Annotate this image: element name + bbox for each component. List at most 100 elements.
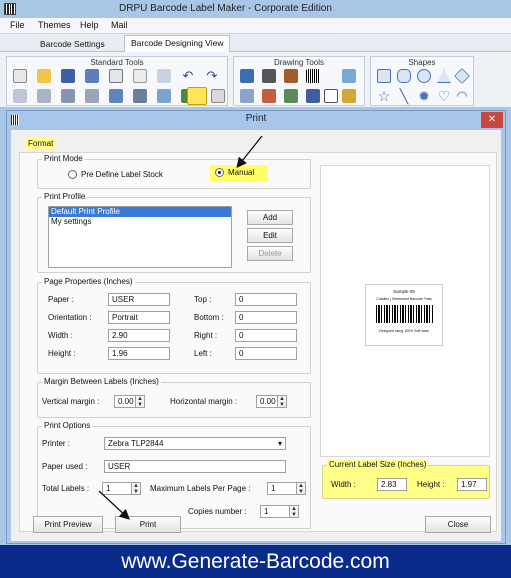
height-field[interactable]: 1.96 [108, 347, 170, 360]
menu-themes[interactable]: Themes [38, 20, 71, 30]
send-back-icon[interactable] [37, 89, 51, 103]
lock-icon[interactable] [61, 89, 75, 103]
rounded-rectangle-icon[interactable] [397, 69, 411, 83]
undo-icon[interactable]: ↶ [181, 69, 195, 83]
font-icon[interactable] [284, 89, 298, 103]
exit-icon[interactable] [211, 89, 225, 103]
open-icon[interactable] [37, 69, 51, 83]
save-as-icon[interactable] [85, 69, 99, 83]
save-icon[interactable] [61, 69, 75, 83]
pencil-icon[interactable] [262, 69, 276, 83]
radio-pre-define-label-stock[interactable] [68, 170, 77, 179]
watermark-icon[interactable] [306, 89, 320, 103]
current-label-size-label: Current Label Size (Inches) [327, 460, 429, 469]
list-item[interactable]: My settings [49, 217, 231, 227]
paper-used-label: Paper used : [42, 462, 88, 471]
max-labels-spinner[interactable]: ▲ ▼ [297, 482, 306, 495]
triangle-icon[interactable] [437, 69, 451, 83]
shapes-group: Shapes ☆ ╲ ✹ ♡ ◠ [370, 56, 474, 106]
text-icon[interactable] [240, 69, 254, 83]
menu-bar: File Themes Help Mail [0, 18, 511, 34]
print-preview-button[interactable]: Print Preview [33, 516, 103, 533]
fill-icon[interactable] [240, 89, 254, 103]
paper-field[interactable]: USER [108, 293, 170, 306]
width-label: Width : [48, 331, 73, 340]
paper-used-field[interactable]: USER [104, 460, 286, 473]
ellipse-icon[interactable] [417, 69, 431, 83]
horizontal-margin-spinner[interactable]: ▲ ▼ [278, 395, 287, 408]
copies-spinner[interactable]: ▲ ▼ [290, 505, 299, 518]
rectangle-icon[interactable] [377, 69, 391, 83]
total-labels-spinner[interactable]: ▲ ▼ [132, 482, 141, 495]
image-icon[interactable] [157, 89, 171, 103]
diamond-icon[interactable] [454, 68, 470, 84]
table-icon[interactable] [109, 89, 123, 103]
print-button[interactable]: Print [115, 516, 181, 533]
new-icon[interactable] [13, 69, 27, 83]
color-icon[interactable] [342, 89, 356, 103]
list-item[interactable]: Default Print Profile [49, 207, 231, 217]
format-panel: Print Mode Pre Define Label Stock Manual… [19, 152, 497, 532]
cut-icon[interactable] [157, 69, 171, 83]
paper-label: Paper : [48, 295, 74, 304]
label-height-field[interactable]: 1.97 [457, 478, 487, 491]
line-icon[interactable]: ╲ [397, 89, 411, 103]
tab-format[interactable]: Format [25, 137, 57, 150]
tab-barcode-designing-view[interactable]: Barcode Designing View [124, 35, 231, 52]
total-labels-field[interactable]: 1 [102, 482, 132, 495]
close-button[interactable]: Close [425, 516, 491, 533]
arc-icon[interactable]: ◠ [455, 89, 469, 103]
burst-icon[interactable]: ✹ [417, 89, 431, 103]
label-height-label: Height : [417, 480, 445, 489]
menu-help[interactable]: Help [80, 20, 99, 30]
add-button[interactable]: Add [247, 210, 293, 225]
delete-button[interactable]: Delete [247, 246, 293, 261]
max-labels-field[interactable]: 1 [267, 482, 297, 495]
page-properties-label: Page Properties (Inches) [42, 277, 135, 286]
picture-icon[interactable] [284, 69, 298, 83]
screenshot-icon[interactable] [342, 69, 356, 83]
copies-field[interactable]: 1 [260, 505, 290, 518]
label-width-field[interactable]: 2.83 [377, 478, 407, 491]
vertical-margin-label: Vertical margin : [42, 397, 100, 406]
copies-label: Copies number : [188, 507, 247, 516]
bring-front-icon[interactable] [13, 89, 27, 103]
redo-icon[interactable]: ↷ [205, 69, 219, 83]
copy-icon[interactable] [109, 69, 123, 83]
star-icon[interactable]: ☆ [377, 89, 391, 103]
orientation-field[interactable]: Portrait [108, 311, 170, 324]
height-label: Height : [48, 349, 76, 358]
database-icon[interactable] [133, 89, 147, 103]
menu-mail[interactable]: Mail [111, 20, 128, 30]
tab-barcode-settings[interactable]: Barcode Settings [34, 37, 111, 51]
orientation-label: Orientation : [48, 313, 92, 322]
library-icon[interactable] [262, 89, 276, 103]
printer-dropdown[interactable]: Zebra TLP2844 ▾ [104, 437, 286, 450]
edit-button[interactable]: Edit [247, 228, 293, 243]
ribbon-toolbar: Standard Tools ↶ ↷ Drawing Tools Shapes … [0, 52, 511, 108]
right-field[interactable]: 0 [235, 329, 297, 342]
label-preview: Sample 09 Cataline | Seemeand Barcode Tr… [320, 165, 490, 457]
heart-icon[interactable]: ♡ [437, 89, 451, 103]
barcode-icon[interactable] [306, 69, 320, 83]
max-labels-label: Maximum Labels Per Page : [150, 484, 251, 493]
barcode-image [376, 305, 434, 323]
unlock-icon[interactable] [85, 89, 99, 103]
dialog-close-button[interactable]: ✕ [481, 112, 503, 128]
top-field[interactable]: 0 [235, 293, 297, 306]
vertical-margin-field[interactable]: 0.00 [114, 395, 136, 408]
printer-label: Printer : [42, 439, 71, 448]
print-profile-list[interactable]: Default Print Profile My settings [48, 206, 232, 268]
print-icon[interactable] [187, 87, 207, 105]
bottom-field[interactable]: 0 [235, 311, 297, 324]
label-sample: Sample 09 Cataline | Seemeand Barcode Tr… [365, 284, 443, 346]
width-field[interactable]: 2.90 [108, 329, 170, 342]
zoom-dropdown-icon[interactable] [324, 89, 338, 103]
top-label: Top : [194, 295, 212, 304]
menu-file[interactable]: File [10, 20, 25, 30]
radio-manual[interactable] [215, 168, 224, 177]
horizontal-margin-field[interactable]: 0.00 [256, 395, 278, 408]
left-field[interactable]: 0 [235, 347, 297, 360]
vertical-margin-spinner[interactable]: ▲ ▼ [136, 395, 145, 408]
paste-icon[interactable] [133, 69, 147, 83]
